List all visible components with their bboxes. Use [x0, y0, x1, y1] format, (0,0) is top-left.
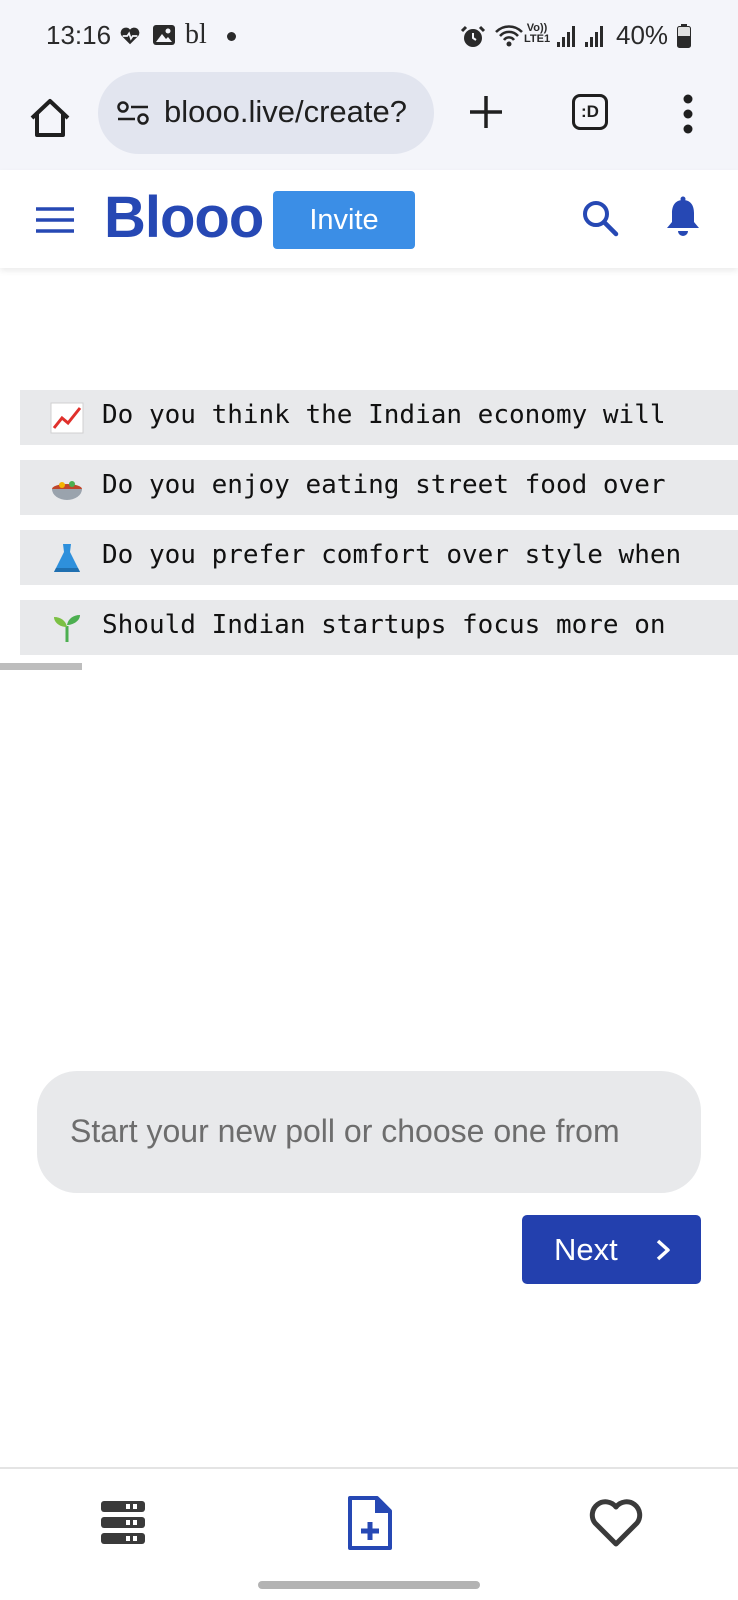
favorites-heart-icon[interactable]: [588, 1497, 644, 1549]
browser-toolbar: blooo.live/create? :D: [0, 70, 738, 171]
lte-indicator: Vo)) LTE1: [524, 23, 550, 45]
poll-suggestion-text[interactable]: Do you enjoy eating street food over: [102, 470, 666, 500]
site-settings-icon[interactable]: [116, 100, 150, 126]
poll-suggestion-text[interactable]: Do you prefer comfort over style when: [102, 540, 681, 570]
status-bar: 13:16 bl Vo)) LTE1 40%: [0, 0, 738, 70]
app-header: Blooo Invite: [0, 170, 738, 268]
poll-suggestion-text[interactable]: Should Indian startups focus more on: [102, 610, 666, 640]
home-icon[interactable]: [26, 94, 74, 142]
next-button[interactable]: Next: [522, 1215, 701, 1284]
signal-strength-icon: [585, 26, 603, 47]
hamburger-menu-icon[interactable]: [36, 206, 74, 234]
wifi-icon: [495, 25, 523, 47]
notifications-bell-icon[interactable]: [664, 196, 702, 238]
new-poll-input[interactable]: Start your new poll or choose one from: [37, 1071, 701, 1193]
chevron-right-icon: [656, 1239, 670, 1261]
poll-suggestion-item[interactable]: Do you enjoy eating street food over: [20, 460, 738, 515]
dress-icon: [54, 544, 80, 572]
chart-increasing-icon: [50, 402, 84, 434]
health-heart-icon: [120, 27, 140, 45]
alarm-icon: [460, 25, 486, 47]
poll-suggestion-text[interactable]: Do you think the Indian economy will: [102, 400, 666, 430]
poll-suggestion-item[interactable]: Do you think the Indian economy will: [20, 390, 738, 445]
more-options-icon[interactable]: [682, 94, 694, 134]
seedling-icon: [54, 615, 80, 642]
gesture-navigation-area: [0, 1571, 738, 1600]
polls-list-icon[interactable]: [100, 1499, 146, 1547]
battery-percent: 40%: [616, 20, 669, 50]
bottom-navigation: [0, 1467, 738, 1573]
notification-bl-text: bl: [185, 19, 207, 50]
new-poll-placeholder[interactable]: Start your new poll or choose one from: [70, 1113, 670, 1150]
tab-switcher-button[interactable]: :D: [572, 94, 608, 130]
create-poll-icon[interactable]: [347, 1495, 393, 1551]
home-gesture-bar[interactable]: [258, 1581, 480, 1589]
brand-logo[interactable]: Blooo: [104, 184, 264, 251]
status-time: 13:16: [46, 20, 112, 50]
invite-button[interactable]: Invite: [273, 191, 415, 249]
next-button-label[interactable]: Next: [554, 1215, 618, 1284]
url-text[interactable]: blooo.live/create?: [164, 94, 426, 130]
new-tab-plus-icon[interactable]: [466, 92, 506, 132]
more-notifications-dot-icon: [227, 32, 236, 41]
address-bar[interactable]: blooo.live/create?: [98, 72, 434, 154]
lte-label: LTE1: [524, 33, 551, 45]
battery-icon: [677, 24, 691, 48]
search-icon[interactable]: [580, 198, 620, 238]
signal-strength-icon: [557, 26, 575, 47]
poll-suggestion-item[interactable]: Should Indian startups focus more on: [20, 600, 738, 655]
poll-suggestion-item[interactable]: Do you prefer comfort over style when: [20, 530, 738, 585]
food-bowl-icon: [52, 481, 82, 500]
horizontal-scrollbar[interactable]: [0, 663, 82, 670]
gallery-icon: [153, 25, 175, 45]
